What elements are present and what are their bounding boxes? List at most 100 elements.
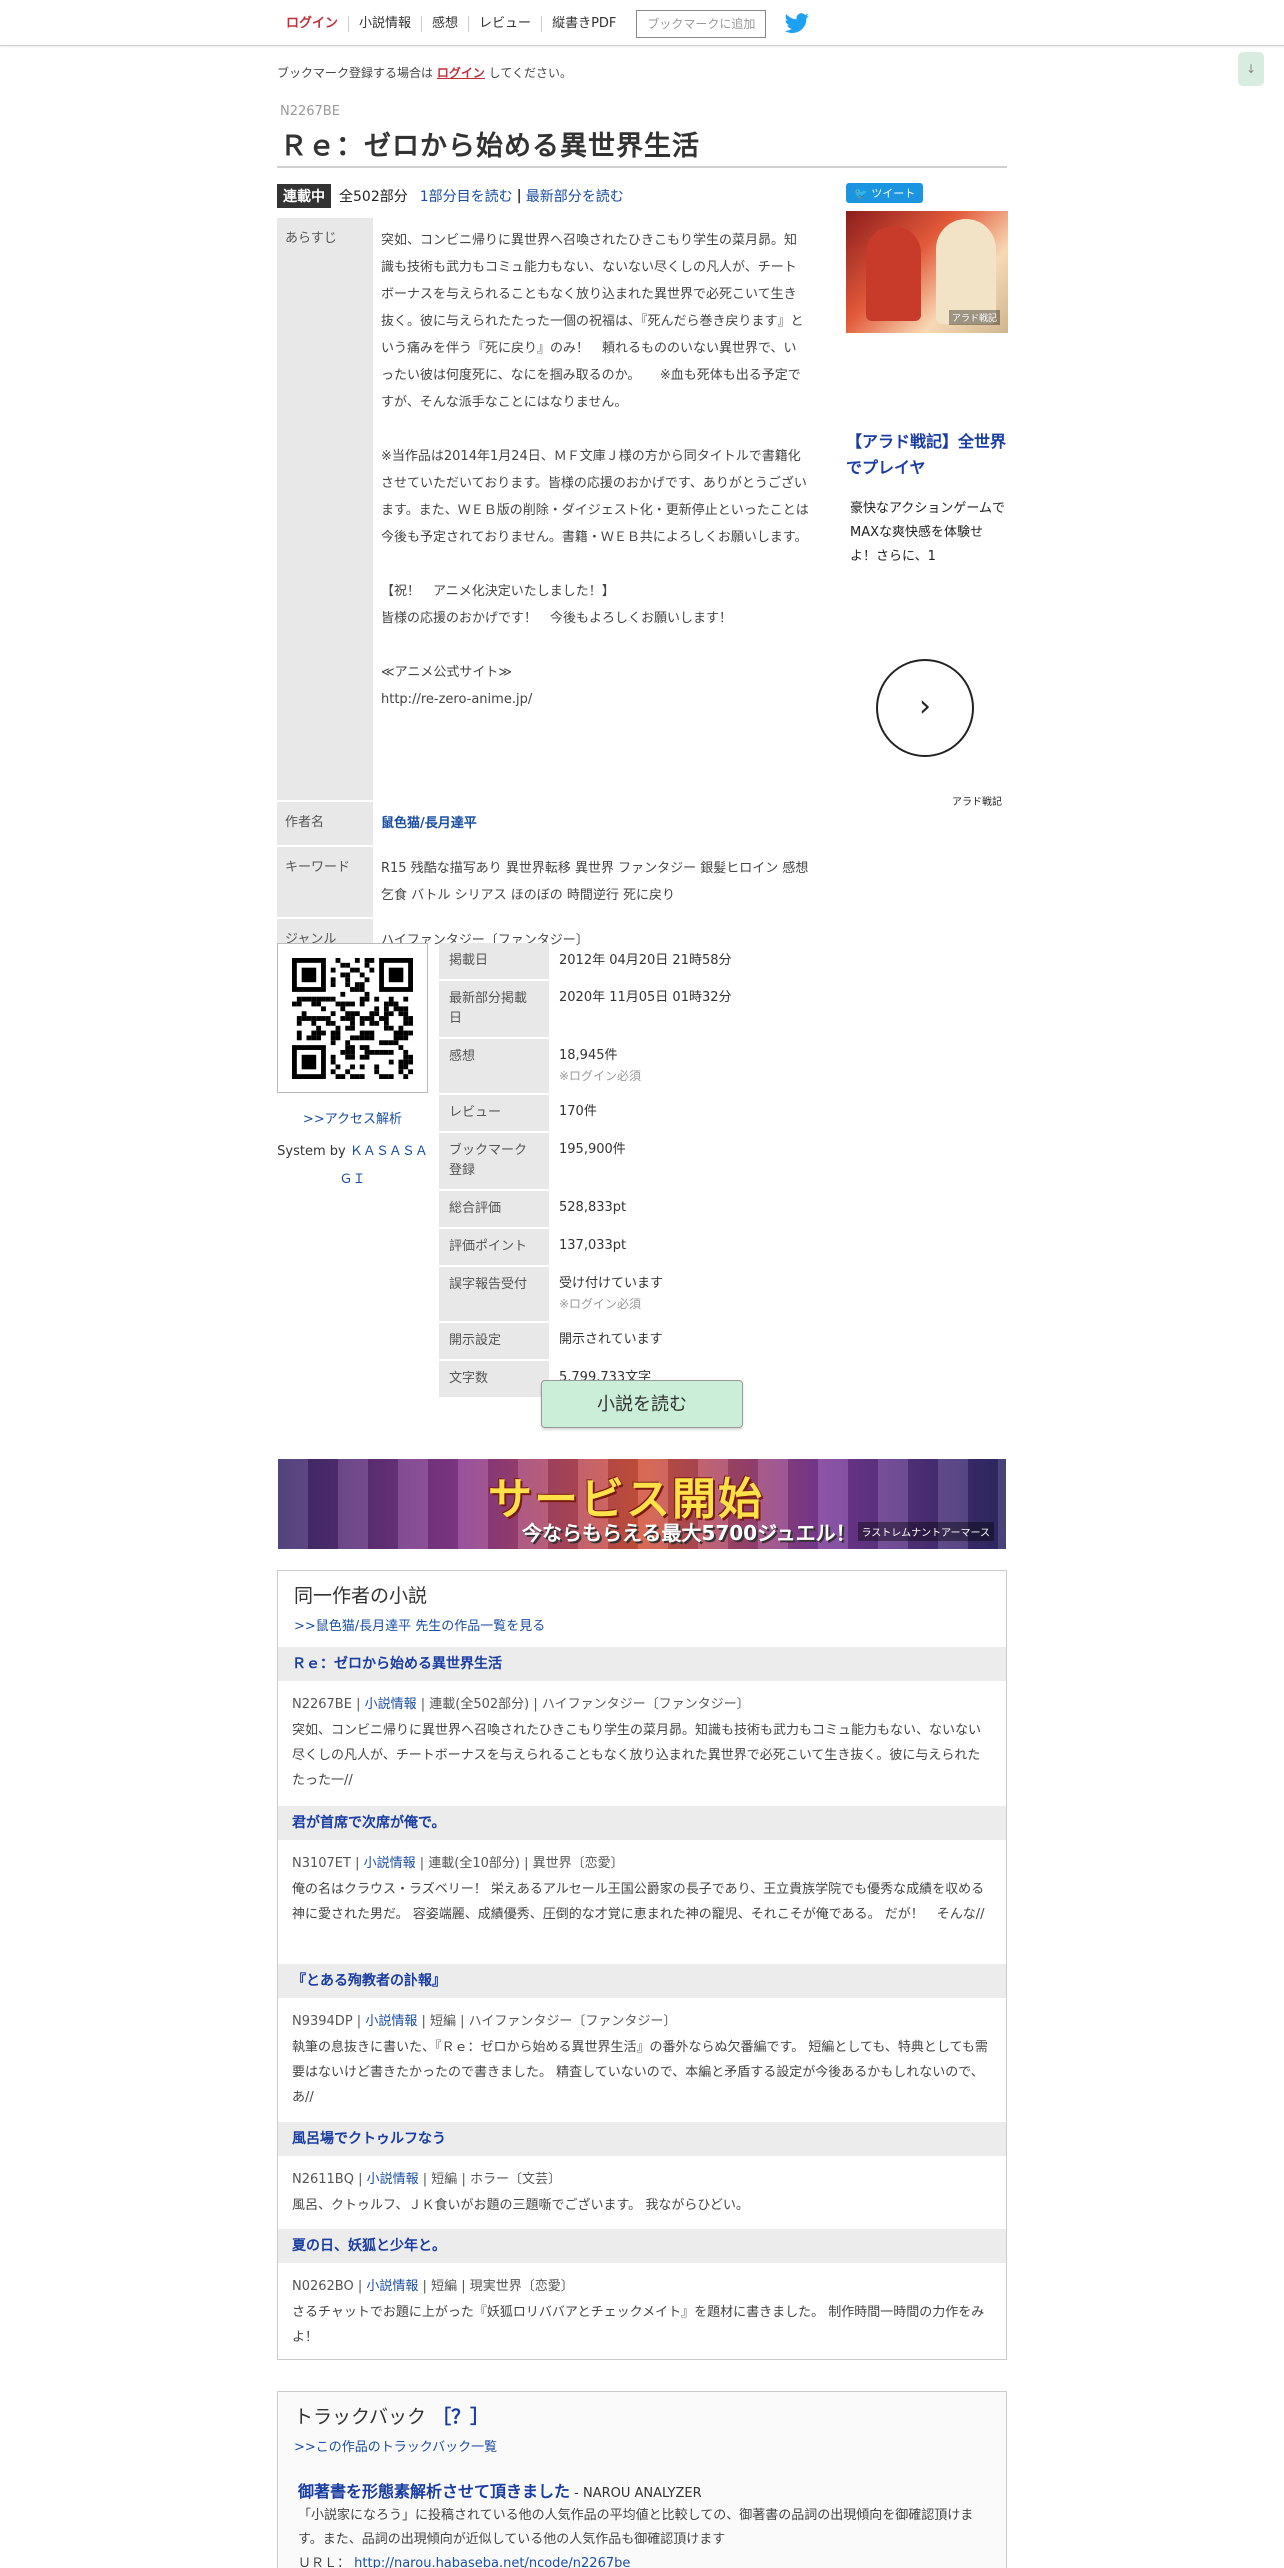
ad-image[interactable]: アラド戦記 — [846, 211, 1008, 333]
title-divider — [277, 166, 1007, 168]
ad-description: 豪快なアクションゲームでMAXな爽快感を体験せよ！さらに、1 — [850, 501, 1005, 564]
stats-value: 18,945件 ※ログイン必須 — [549, 1038, 759, 1094]
twitter-bird-icon[interactable] — [784, 13, 810, 35]
trackback-help-link[interactable]: ［？］ — [432, 2406, 489, 2428]
author-works-list-link[interactable]: >>鼠色猫/長月達平 先生の作品一覧を見る — [294, 1615, 545, 1634]
stats-value: 528,833pt — [559, 1200, 627, 1215]
novel-entry-title-link[interactable]: 夏の日、妖狐と少年と。 — [292, 2238, 446, 2254]
novel-title: Ｒｅ：ゼロから始める異世界生活 — [280, 131, 700, 162]
add-bookmark-button[interactable]: ブックマークに追加 — [636, 10, 767, 38]
novel-entry-head: 風呂場でクトゥルフなう — [278, 2122, 1006, 2156]
qr-code-icon — [292, 958, 413, 1079]
novel-entry-title-link[interactable]: 『とある殉教者の訃報』 — [292, 1973, 446, 1989]
status-badge: 連載中 — [277, 184, 331, 208]
stats-label: 誤字報告受付 — [439, 1266, 549, 1323]
stats-label: 開示設定 — [439, 1322, 549, 1361]
novel-ncode: N2267BE — [280, 104, 340, 119]
nav-impressions-link[interactable]: 感想 — [422, 16, 470, 32]
tweet-button[interactable]: 🐦 ツイート — [846, 183, 924, 203]
novel-entry-meta: N2267BE | 小説情報 | 連載(全502部分) | ハイファンタジー〔フ… — [292, 1697, 750, 1712]
stats-row: 総合評価 528,833pt — [439, 1190, 759, 1229]
keywords: R15 残酷な描写あり 異世界転移 異世界 ファンタジー 銀髪ヒロイン 感想乞食… — [381, 861, 809, 903]
novel-info-table: あらすじ 突如、コンビニ帰りに異世界へ召喚されたひきこもり学生の菜月昴。知識も技… — [277, 218, 817, 964]
novel-entry-excerpt: 突如、コンビニ帰りに異世界へ召喚されたひきこもり学生の菜月昴。知識も技術も武力も… — [292, 1723, 982, 1788]
stats-value: 195,900件 — [559, 1142, 626, 1157]
novel-entry-title-link[interactable]: 風呂場でクトゥルフなう — [292, 2131, 446, 2147]
stats-label: レビュー — [439, 1094, 549, 1133]
bookmark-login-notice: ブックマーク登録する場合は ログイン してください。 — [277, 66, 572, 80]
ad-title[interactable]: 【アラド戦記】全世界でプレイヤ — [846, 429, 1008, 481]
banner-subline: 今ならもらえる最大5700ジュエル！ — [522, 1521, 856, 1545]
stats-label: 最新部分掲載日 — [439, 980, 549, 1039]
scroll-down-button[interactable]: ↓ — [1238, 52, 1264, 86]
ad-banner[interactable]: サービス開始 今ならもらえる最大5700ジュエル！ ラストレムナントアーマース — [278, 1459, 1006, 1549]
read-novel-button[interactable]: 小説を読む — [541, 1380, 743, 1428]
novel-entry-head: 夏の日、妖狐と少年と。 — [278, 2229, 1006, 2263]
trackback-entry-url: ＵＲＬ： http://narou.habaseba.net/ncode/n22… — [298, 2552, 630, 2568]
author-link[interactable]: 鼠色猫/長月達平 — [381, 816, 477, 831]
nav-vertical-pdf-link[interactable]: 縦書きPDF — [542, 16, 626, 32]
stats-label: 総合評価 — [439, 1190, 549, 1229]
novel-entry-info-link[interactable]: 小説情報 — [366, 2279, 418, 2294]
stats-row: 開示設定 開示されています — [439, 1322, 759, 1361]
banner-logo: ラストレムナントアーマース — [857, 1522, 994, 1541]
nav-review-link[interactable]: レビュー — [469, 16, 543, 32]
trackback-entry-link[interactable]: 御著書を形態素解析させて頂きました — [298, 2482, 570, 2501]
novel-entry-excerpt: 俺の名はクラウス・ラズベリー！ 栄えあるアルセール王国公爵家の長子であり、王立貴… — [292, 1882, 985, 1922]
ad-next-arrow-icon[interactable]: › — [876, 659, 974, 757]
part-count: 全502部分 — [339, 189, 408, 205]
novel-entry-title-link[interactable]: 君が首席で次席が俺で。 — [292, 1815, 445, 1831]
ad-column: 🐦 ツイート アラド戦記 【アラド戦記】全世界でプレイヤ 豪快なアクションゲーム… — [846, 183, 1008, 808]
novel-entry-meta: N9394DP | 小説情報 | 短編 | ハイファンタジー〔ファンタジー〕 — [292, 2014, 677, 2029]
novel-entry-head: 君が首席で次席が俺で。 — [278, 1806, 1006, 1840]
stats-label: 評価ポイント — [439, 1228, 549, 1267]
stats-row: 誤字報告受付 受け付けています ※ログイン必須 — [439, 1266, 759, 1323]
read-first-part-link[interactable]: 1部分目を読む — [420, 186, 513, 206]
novel-entry-title-link[interactable]: Ｒｅ：ゼロから始める異世界生活 — [292, 1656, 502, 1672]
novel-entry-excerpt: 執筆の息抜きに書いた、『Ｒｅ：ゼロから始める異世界生活』の番外ならぬ欠番編です。… — [292, 2040, 988, 2105]
novel-entry-meta: N0262BO | 小説情報 | 短編 | 現実世界〔恋愛〕 — [292, 2279, 574, 2294]
novel-entry-info-link[interactable]: 小説情報 — [367, 2172, 419, 2187]
novel-entry-info-link[interactable]: 小説情報 — [364, 1856, 416, 1871]
nav-novel-info-link[interactable]: 小説情報 — [349, 16, 423, 32]
same-author-novel: 『とある殉教者の訃報』 N9394DP | 小説情報 | 短編 | ハイファンタジ… — [278, 1964, 1006, 2110]
notice-login-link[interactable]: ログイン — [437, 66, 485, 80]
system-by: System by ＫＡＳＡＳＡＧＩ — [277, 1144, 428, 1187]
novel-entry-head: 『とある殉教者の訃報』 — [278, 1964, 1006, 1998]
read-latest-part-link[interactable]: 最新部分を読む — [526, 186, 624, 206]
novel-entry-excerpt: さるチャットでお題に上がった『妖狐ロリババアとチェックメイト』を題材に書きました… — [292, 2305, 985, 2345]
novel-stats-table: 掲載日 2012年 04月20日 21時58分 最新部分掲載日 2020年 11月05… — [439, 943, 759, 1399]
stats-row: 掲載日 2012年 04月20日 21時58分 — [439, 943, 759, 981]
stats-value: 開示されています — [559, 1332, 663, 1347]
kasasagi-link[interactable]: ＫＡＳＡＳＡＧＩ — [339, 1144, 427, 1187]
stats-label: ブックマーク登録 — [439, 1132, 549, 1191]
twitter-icon: 🐦 — [854, 187, 872, 200]
stats-row: 感想 18,945件 ※ログイン必須 — [439, 1038, 759, 1095]
stats-label: 掲載日 — [439, 943, 549, 981]
stats-label: 感想 — [439, 1038, 549, 1095]
qr-code — [277, 943, 428, 1093]
stats-note: ※ログイン必須 — [559, 1297, 642, 1311]
access-analysis-link[interactable]: >>アクセス解析 — [277, 1108, 428, 1127]
stats-note: ※ログイン必須 — [559, 1069, 642, 1083]
novel-entry-info-link[interactable]: 小説情報 — [365, 1697, 417, 1712]
nav-login-link[interactable]: ログイン — [276, 16, 350, 32]
keyword-label: キーワード — [277, 846, 373, 919]
trackback-list-link[interactable]: >>この作品のトラックバック一覧 — [294, 2436, 497, 2455]
novel-status-row: 連載中 全502部分 1部分目を読む | 最新部分を読む — [277, 184, 624, 208]
novel-entry-head: Ｒｅ：ゼロから始める異世界生活 — [278, 1647, 1006, 1681]
ad-image-logo: アラド戦記 — [948, 310, 1000, 325]
novel-entry-info-link[interactable]: 小説情報 — [365, 2014, 417, 2029]
synopsis: 突如、コンビニ帰りに異世界へ召喚されたひきこもり学生の菜月昴。知識も技術も武力も… — [381, 233, 809, 707]
stats-label: 文字数 — [439, 1360, 549, 1399]
same-author-novel: 風呂場でクトゥルフなう N2611BQ | 小説情報 | 短編 | ホラー〔文芸〕… — [278, 2122, 1006, 2218]
trackback-title: トラックバック ［？］ — [294, 2406, 490, 2428]
synopsis-label: あらすじ — [277, 218, 373, 802]
trackback-entry-description: 「小説家になろう」に投稿されている他の人気作品の平均値と比較しての、御著書の品詞… — [298, 2508, 974, 2547]
top-navigation-bar: ログイン 小説情報 感想 レビュー 縦書きPDF ブックマークに追加 — [0, 0, 1284, 46]
trackback-url-link[interactable]: http://narou.habaseba.net/ncode/n2267be — [354, 2556, 630, 2568]
stats-row: レビュー 170件 — [439, 1094, 759, 1133]
same-author-section: 同一作者の小説 >>鼠色猫/長月達平 先生の作品一覧を見る Ｒｅ：ゼロから始める… — [277, 1570, 1007, 2360]
same-author-novel: 夏の日、妖狐と少年と。 N0262BO | 小説情報 | 短編 | 現実世界〔恋愛… — [278, 2229, 1006, 2350]
stats-value: 受け付けています ※ログイン必須 — [549, 1266, 759, 1322]
